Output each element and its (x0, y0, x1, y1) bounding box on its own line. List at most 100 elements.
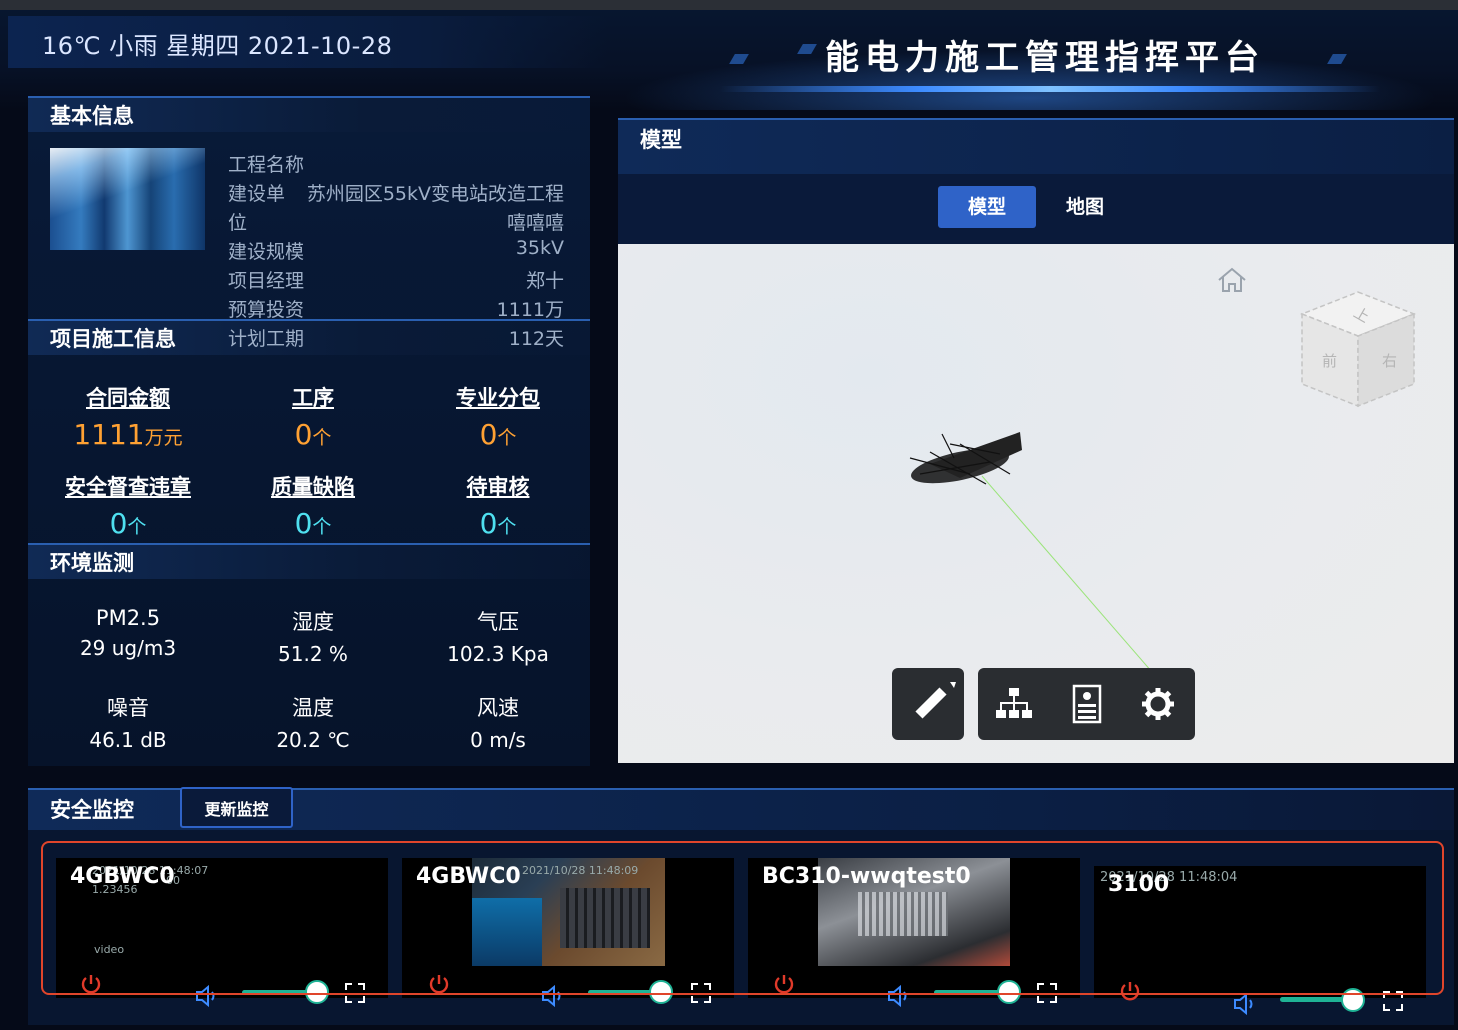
power-icon[interactable] (773, 973, 795, 995)
camera-tile[interactable]: 2021/10/28 11:48:09 4GBWC0 (402, 858, 734, 998)
stat-process[interactable]: 工序 0个 (223, 382, 403, 451)
environment-title: 环境监测 (50, 551, 134, 575)
update-monitor-button[interactable]: 更新监控 (180, 787, 293, 828)
header-accent-line (720, 86, 1380, 92)
project-photo (50, 148, 205, 250)
camera-name: BC310-wwqtest0 (762, 864, 971, 889)
stat-value: 0个 (408, 418, 588, 451)
info-value: 1111万 (496, 299, 564, 321)
info-key: 计划工期 (228, 328, 305, 350)
stat-value: 1111万元 (38, 418, 218, 451)
fullscreen-icon[interactable] (1036, 982, 1058, 1004)
power-icon[interactable] (80, 973, 102, 995)
env-value: 20.2 ℃ (276, 728, 350, 752)
stat-label[interactable]: 安全督查违章 (38, 471, 218, 501)
fan-image (858, 892, 948, 936)
fullscreen-icon[interactable] (690, 982, 712, 1004)
info-value: 35kV (515, 237, 564, 259)
stat-label[interactable]: 专业分包 (408, 382, 588, 412)
weather-info: 16℃ 小雨 星期四 2021-10-28 (42, 32, 393, 60)
stat-number: 0 (294, 418, 313, 451)
camera-name: 4GBWC0 (70, 864, 175, 889)
info-value: 112天 (508, 328, 564, 350)
camera-tile[interactable]: BC310-wwqtest0 (748, 858, 1080, 998)
env-pressure: 气压 102.3 Kpa (408, 606, 588, 666)
model-toolbar (978, 668, 1195, 740)
home-icon[interactable] (1216, 266, 1248, 294)
stat-unit: 万元 (144, 427, 183, 449)
fullscreen-icon[interactable] (1382, 990, 1404, 1012)
settings-icon[interactable] (1140, 686, 1176, 722)
model-viewport[interactable]: 上 前 右 (618, 244, 1454, 763)
stat-number: 1111 (73, 418, 145, 451)
volume-knob[interactable] (1341, 988, 1366, 1012)
stat-label[interactable]: 待审核 (408, 471, 588, 501)
properties-icon[interactable] (1070, 684, 1104, 724)
hierarchy-icon[interactable] (994, 686, 1034, 722)
model-header: 模型 (618, 118, 1454, 174)
stat-value: 0个 (223, 507, 403, 540)
volume-icon[interactable] (886, 984, 912, 1008)
measure-tool[interactable] (892, 668, 964, 740)
stat-value: 0个 (38, 507, 218, 540)
camera-name: 3100 (1108, 872, 1170, 897)
volume-icon[interactable] (194, 984, 220, 1008)
power-icon[interactable] (428, 973, 450, 995)
stat-label[interactable]: 工序 (223, 382, 403, 412)
camera-tile[interactable]: 2021/10/28 11:48:04 3100 (1094, 866, 1426, 998)
fullscreen-icon[interactable] (344, 982, 366, 1004)
stat-safety-violation[interactable]: 安全督查违章 0个 (38, 471, 218, 540)
env-value: 29 ug/m3 (79, 636, 177, 660)
env-humidity: 湿度 51.2 % (223, 606, 403, 666)
info-key: 位 (228, 212, 248, 234)
camera-tile[interactable]: 2021/10/28 11:48:07 00 1.23456 video 4GB… (56, 858, 388, 998)
env-label: 温度 (292, 696, 334, 720)
stat-pending-review[interactable]: 待审核 0个 (408, 471, 588, 540)
navigation-cube[interactable]: 上 前 右 (1298, 284, 1418, 410)
stat-number: 0 (479, 507, 498, 540)
env-label: PM2.5 (95, 606, 161, 630)
screen-glow (472, 898, 542, 966)
info-key: 建设规模 (228, 241, 305, 263)
construction-title: 项目施工信息 (50, 327, 176, 351)
env-label: 噪音 (107, 696, 149, 720)
env-wind: 风速 0 m/s (408, 692, 588, 752)
tab-map[interactable]: 地图 (1036, 186, 1134, 228)
env-value: 0 m/s (470, 728, 526, 752)
model-title: 模型 (640, 128, 682, 152)
basic-info-title: 基本信息 (50, 104, 134, 128)
stat-subcontract[interactable]: 专业分包 0个 (408, 382, 588, 451)
volume-icon[interactable] (540, 984, 566, 1008)
power-icon[interactable] (1119, 980, 1141, 1002)
info-key: 预算投资 (228, 299, 305, 321)
stat-unit: 个 (497, 427, 517, 449)
stat-number: 0 (479, 418, 498, 451)
stat-value: 0个 (408, 507, 588, 540)
stat-value: 0个 (223, 418, 403, 451)
tab-model[interactable]: 模型 (938, 186, 1036, 228)
volume-knob[interactable] (649, 980, 674, 1004)
info-value: 郑十 (525, 270, 564, 292)
stat-label[interactable]: 质量缺陷 (223, 471, 403, 501)
keyboard-image (560, 888, 650, 948)
stat-unit: 个 (312, 516, 332, 538)
env-value: 51.2 % (278, 642, 348, 666)
info-value: 苏州园区55kV变电站改造工程 (306, 183, 564, 205)
info-key: 项目经理 (228, 270, 305, 292)
stat-quality-defect[interactable]: 质量缺陷 0个 (223, 471, 403, 540)
ruler-icon (915, 682, 956, 719)
environment-header: 环境监测 (28, 543, 590, 579)
stat-label[interactable]: 合同金额 (38, 382, 218, 412)
info-key: 建设单 (228, 183, 286, 205)
env-pm25: PM2.5 29 ug/m3 (38, 606, 218, 660)
volume-icon[interactable] (1232, 992, 1258, 1016)
stat-contract-amount[interactable]: 合同金额 1111万元 (38, 382, 218, 451)
model-object[interactable] (890, 414, 1170, 674)
volume-knob[interactable] (304, 980, 329, 1004)
volume-knob[interactable] (996, 980, 1021, 1004)
page-title: 能电力施工管理指挥平台 (825, 38, 1265, 78)
cube-right-label: 右 (1382, 352, 1397, 370)
env-noise: 噪音 46.1 dB (38, 692, 218, 752)
info-key: 工程名称 (228, 154, 305, 176)
monitor-title: 安全监控 (50, 798, 134, 822)
